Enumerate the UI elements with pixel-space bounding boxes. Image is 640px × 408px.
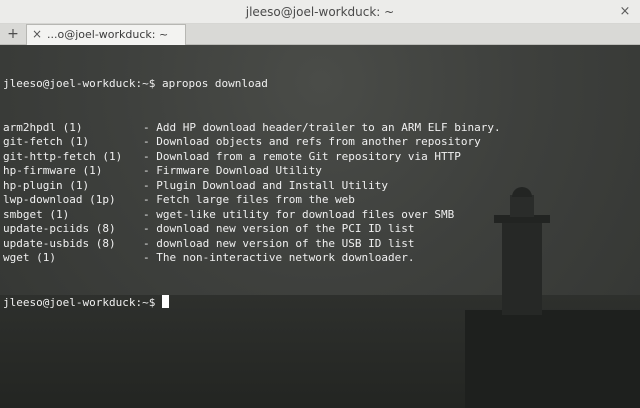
result-separator: - [143, 236, 157, 250]
result-name: update-pciids (8) [3, 222, 116, 235]
background-lighthouse-roof [512, 187, 532, 197]
result-separator: - [143, 164, 157, 177]
result-separator: - [143, 251, 157, 264]
window-title: jleeso@joel-workduck: ~ [245, 5, 395, 19]
command-line: jleeso@joel-workduck:~$ apropos download [3, 77, 501, 92]
tab-close-icon[interactable]: × [32, 27, 42, 41]
result-name: hp-firmware (1) [3, 164, 103, 177]
cursor [162, 294, 170, 308]
result-row: update-pciids (8) - download new version … [3, 222, 501, 237]
result-separator: - [143, 178, 157, 192]
result-description: Plugin Download and Install Utility [156, 178, 389, 192]
result-name: git-http-fetch (1) [3, 149, 123, 163]
result-description: wget-like utility for download files ove… [156, 207, 455, 221]
result-description: download new version of the USB ID list [156, 236, 415, 250]
result-name: smbget (1) [3, 207, 70, 221]
result-separator: - [143, 135, 157, 148]
tab-terminal[interactable]: × ...o@joel-workduck: ~ [26, 24, 186, 45]
final-prompt: jleeso@joel-workduck:~$ [3, 295, 156, 309]
final-prompt-line: jleeso@joel-workduck:~$ [3, 294, 501, 310]
result-description: The non-interactive network downloader. [156, 251, 415, 264]
result-row: hp-plugin (1) - Plugin Download and Insta… [3, 179, 501, 194]
prompt: jleeso@joel-workduck:~$ [3, 77, 156, 90]
result-row: lwp-download (1p) - Fetch large files fro… [3, 193, 501, 208]
result-separator: - [143, 207, 157, 221]
title-bar[interactable]: jleeso@joel-workduck: ~ × [0, 0, 640, 24]
result-row: git-fetch (1) - Download objects and refs… [3, 135, 501, 150]
result-name: hp-plugin (1) [3, 178, 90, 192]
result-separator: - [143, 193, 157, 206]
tab-bar: + × ...o@joel-workduck: ~ [0, 24, 640, 45]
background-lighthouse-lantern [510, 195, 534, 217]
result-row: hp-firmware (1) - Firmware Download Utili… [3, 164, 501, 179]
result-name: lwp-download (1p) [3, 193, 116, 206]
tab-label: ...o@joel-workduck: ~ [47, 28, 169, 41]
result-list: arm2hpdl (1) - Add HP download header/tra… [3, 121, 501, 266]
background-lighthouse [502, 220, 542, 315]
result-row: smbget (1) - wget-like utility for downlo… [3, 208, 501, 223]
terminal-window: jleeso@joel-workduck: ~ × + × ...o@joel-… [0, 0, 640, 408]
result-row: update-usbids (8) - download new version … [3, 237, 501, 252]
result-description: Fetch large files from the web [156, 193, 355, 206]
result-name: update-usbids (8) [3, 236, 116, 250]
result-description: Add HP download header/trailer to an ARM… [156, 120, 501, 134]
result-name: git-fetch (1) [3, 135, 90, 148]
result-row: git-http-fetch (1) - Download from a remo… [3, 150, 501, 165]
result-description: Firmware Download Utility [156, 164, 322, 177]
result-row: arm2hpdl (1) - Add HP download header/tra… [3, 121, 501, 136]
result-separator: - [143, 222, 157, 235]
result-description: Download from a remote Git repository vi… [156, 149, 461, 163]
result-name: arm2hpdl (1) [3, 120, 83, 134]
window-close-button[interactable]: × [616, 3, 634, 21]
result-name: wget (1) [3, 251, 56, 264]
new-tab-button[interactable]: + [4, 25, 22, 43]
terminal-text: jleeso@joel-workduck:~$ apropos download… [3, 48, 501, 338]
terminal-output[interactable]: jleeso@joel-workduck:~$ apropos download… [0, 45, 640, 408]
result-separator: - [143, 149, 157, 163]
result-row: wget (1) - The non-interactive network do… [3, 251, 501, 266]
result-separator: - [143, 120, 157, 134]
result-description: Download objects and refs from another r… [156, 135, 481, 148]
command-text: apropos download [161, 77, 268, 90]
result-description: download new version of the PCI ID list [156, 222, 415, 235]
